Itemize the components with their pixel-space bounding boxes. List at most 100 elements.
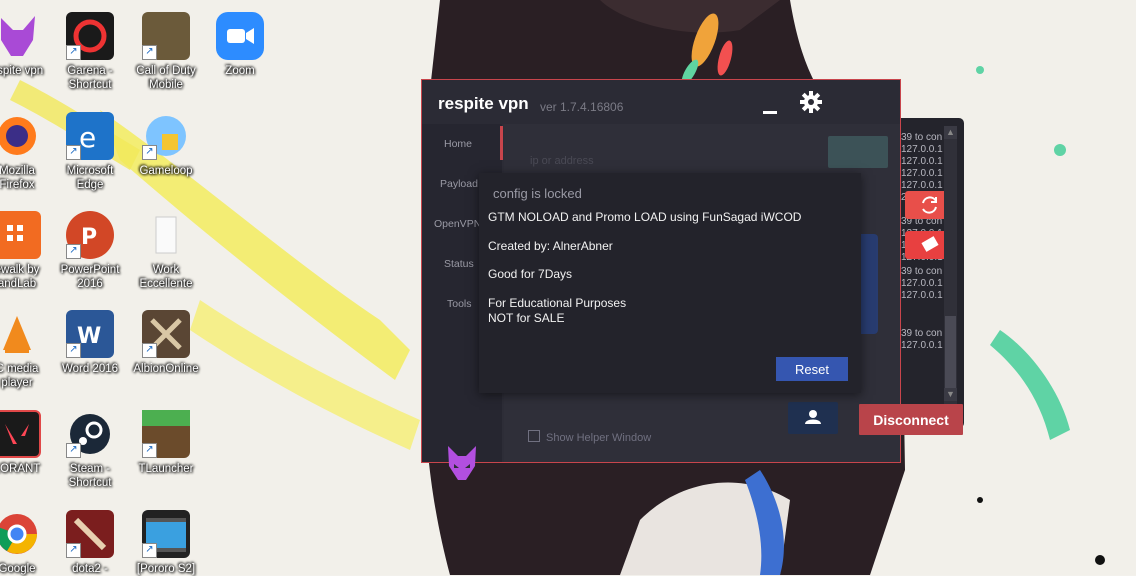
desktop-icon-label: Word 2016 xyxy=(61,363,119,375)
dialog-title: config is locked xyxy=(493,186,582,201)
svg-text:e: e xyxy=(79,121,96,154)
desktop-icon-label: Gameloop xyxy=(139,165,193,177)
user-button[interactable] xyxy=(788,402,838,434)
file-icon xyxy=(142,211,190,259)
desktop-icon-label: dota2 - xyxy=(72,563,108,575)
desktop-icon-garena[interactable]: ↗ Garena - Shortcut xyxy=(49,12,131,92)
valorant-icon xyxy=(0,410,41,458)
desktop-icon-label: PowerPoint 2016 xyxy=(60,264,120,290)
log-line: 39 to con xyxy=(901,132,943,143)
chrome-icon xyxy=(0,510,41,558)
desktop-icon-label: Garena - Shortcut xyxy=(67,65,113,91)
desktop-icon-pororo[interactable]: ↗ [Pororo S2] xyxy=(125,510,207,576)
desktop-icon-gameloop[interactable]: ↗ Gameloop xyxy=(125,112,207,178)
dialog-line: Created by: AlnerAbner xyxy=(488,239,613,253)
nav-active-indicator xyxy=(500,126,503,160)
tlauncher-icon: ↗ xyxy=(142,410,190,458)
server-input[interactable]: ip or address xyxy=(522,148,830,174)
dialog-line: For Educational Purposes xyxy=(488,296,627,310)
shortcut-arrow-icon: ↗ xyxy=(66,244,81,259)
reset-button[interactable]: Reset xyxy=(776,357,848,381)
garena-icon: ↗ xyxy=(66,12,114,60)
desktop-icon-label: [Pororo S2] xyxy=(136,563,196,575)
log-line: 39 to con xyxy=(901,266,943,277)
helper-window-label: Show Helper Window xyxy=(546,432,652,444)
desktop-icon-albion[interactable]: ↗ AlbionOnline xyxy=(125,310,207,376)
disconnect-button[interactable]: Disconnect xyxy=(859,404,963,435)
word-icon: W ↗ xyxy=(66,310,114,358)
fox-logo-icon xyxy=(444,444,480,484)
powerpoint-icon: P ↗ xyxy=(66,211,114,259)
nav-item-status[interactable]: Status xyxy=(444,258,474,270)
nav-item-tools[interactable]: Tools xyxy=(447,298,472,310)
dialog-line: Good for 7Days xyxy=(488,267,573,281)
desktop-icon-edge[interactable]: e ↗ Microsoft Edge xyxy=(49,112,131,192)
shortcut-arrow-icon: ↗ xyxy=(66,343,81,358)
scroll-down-icon[interactable]: ▼ xyxy=(944,388,957,401)
desktop-icon-call-of-duty[interactable]: ↗ Call of Duty Mobile xyxy=(125,12,207,92)
title-bar[interactable]: respite vpn ver 1.7.4.16806 xyxy=(422,80,900,124)
desktop-icon-label: AlbionOnline xyxy=(133,363,199,375)
gear-icon[interactable] xyxy=(799,90,823,114)
zoom-icon xyxy=(216,12,264,60)
shortcut-arrow-icon: ↗ xyxy=(66,145,81,160)
log-scrollbar[interactable]: ▲ ▼ → xyxy=(944,126,957,418)
call-of-duty-icon: ↗ xyxy=(142,12,190,60)
log-line: 127.0.0.1 xyxy=(901,290,943,301)
shortcut-arrow-icon: ↗ xyxy=(66,543,81,558)
app-version: ver 1.7.4.16806 xyxy=(540,100,624,114)
gameloop-icon: ↗ xyxy=(142,112,190,160)
desktop-icon-tlauncher[interactable]: ↗ TLauncher xyxy=(125,410,207,476)
nav-item-openvpn[interactable]: OpenVPN xyxy=(434,218,481,230)
shortcut-arrow-icon: ↗ xyxy=(66,45,81,60)
log-line: 127.0.0.1 xyxy=(901,278,943,289)
log-line: 127.0.0.1 xyxy=(901,180,943,191)
connect-status-box xyxy=(828,136,888,168)
helper-window-checkbox[interactable]: Show Helper Window xyxy=(528,430,651,444)
fox-icon xyxy=(0,12,41,60)
desktop-icon-label: Zoom xyxy=(225,65,255,77)
shortcut-arrow-icon: ↗ xyxy=(142,543,157,558)
desktop-icon-label: Work Eccellente xyxy=(139,264,193,290)
log-line: 127.0.0.1 xyxy=(901,340,943,351)
nav-item-payload[interactable]: Payload xyxy=(440,178,478,190)
minimize-button[interactable] xyxy=(760,94,780,114)
edge-icon: e ↗ xyxy=(66,112,114,160)
desktop-icon-label: Microsoft Edge xyxy=(66,165,114,191)
steam-icon: ↗ xyxy=(66,410,114,458)
dialog-line: GTM NOLOAD and Promo LOAD using FunSagad… xyxy=(488,210,802,224)
desktop-icon-word[interactable]: W ↗ Word 2016 xyxy=(49,310,131,376)
log-line: 127.0.0.1 xyxy=(901,156,943,167)
desktop-icon-steam[interactable]: ↗ Steam - Shortcut xyxy=(49,410,131,490)
desktop-icon-work-eccellente[interactable]: Work Eccellente xyxy=(125,211,207,291)
scroll-up-icon[interactable]: ▲ xyxy=(944,126,957,139)
desktop-icon-powerpoint[interactable]: P ↗ PowerPoint 2016 xyxy=(49,211,131,291)
log-line: 127.0.0.1 xyxy=(901,168,943,179)
checkbox-icon[interactable] xyxy=(528,430,540,442)
cakewalk-icon xyxy=(0,211,41,259)
config-locked-dialog: config is locked GTM NOLOAD and Promo LO… xyxy=(479,173,861,393)
vlc-icon xyxy=(0,310,41,358)
desktop-icon-label: TLauncher xyxy=(138,463,194,475)
svg-text:P: P xyxy=(81,225,97,250)
desktop-icon-dota2[interactable]: ↗ dota2 - xyxy=(49,510,131,576)
shortcut-arrow-icon: ↗ xyxy=(142,443,157,458)
log-panel: 39 to con 127.0.0.1 127.0.0.1 127.0.0.1 127.… xyxy=(893,118,964,428)
desktop-icon-label: Call of Duty Mobile xyxy=(136,65,196,91)
log-line: 39 to con xyxy=(901,328,943,339)
app-title: respite vpn xyxy=(438,94,529,113)
firefox-icon xyxy=(0,112,41,160)
shortcut-arrow-icon: ↗ xyxy=(142,145,157,160)
desktop-icon-zoom[interactable]: Zoom xyxy=(199,12,281,78)
shortcut-arrow-icon: ↗ xyxy=(142,343,157,358)
video-file-icon: ↗ xyxy=(142,510,190,558)
shortcut-arrow-icon: ↗ xyxy=(66,443,81,458)
desktop-icon-label: Steam - Shortcut xyxy=(68,463,112,489)
log-line: 127.0.0.1 xyxy=(901,144,943,155)
albion-icon: ↗ xyxy=(142,310,190,358)
dialog-line: NOT for SALE xyxy=(488,311,565,325)
scroll-thumb[interactable] xyxy=(945,316,956,396)
shortcut-arrow-icon: ↗ xyxy=(142,45,157,60)
dota2-icon: ↗ xyxy=(66,510,114,558)
nav-item-home[interactable]: Home xyxy=(444,138,472,150)
